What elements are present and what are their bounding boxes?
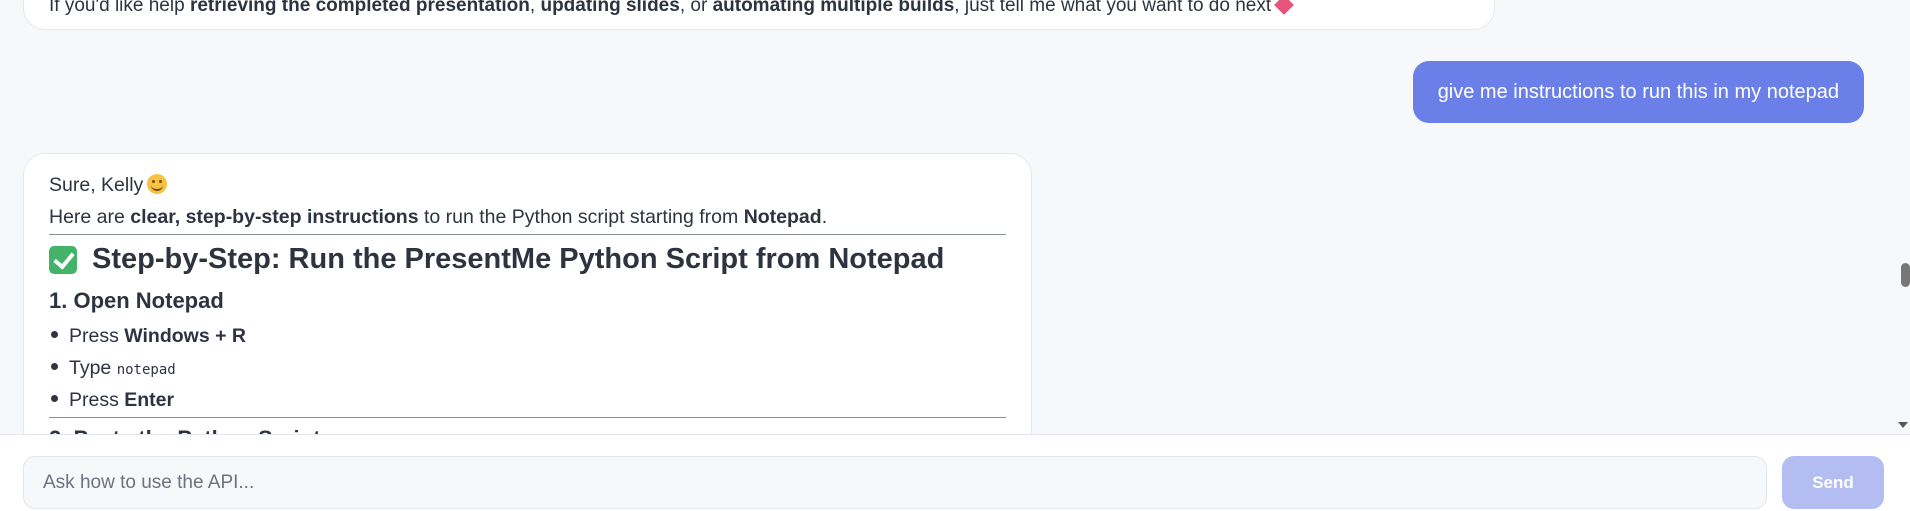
user-message-text: give me instructions to run this in my n…	[1437, 80, 1839, 103]
list-item: Type notepad	[51, 357, 176, 380]
check-icon	[49, 245, 77, 274]
list-item: Press Windows + R	[51, 325, 246, 348]
send-button[interactable]: Send	[1782, 456, 1884, 509]
assistant-message: Sure, Kelly Here are clear, step-by-step…	[23, 153, 1032, 434]
scroll-down-arrow-icon[interactable]	[1898, 422, 1908, 428]
step-heading-2: 2. Paste the Python Script	[49, 426, 320, 434]
user-message: give me instructions to run this in my n…	[1412, 61, 1864, 123]
divider	[49, 234, 1006, 235]
list-item: Press Enter	[51, 389, 174, 412]
intro-text: Here are clear, step-by-step instruction…	[49, 206, 828, 228]
message-input[interactable]	[23, 456, 1767, 509]
message-text: If you'd like help retrieving the comple…	[49, 0, 1295, 17]
section-heading: Step-by-Step: Run the PresentMe Python S…	[49, 243, 944, 276]
greeting: Sure, Kelly	[49, 174, 168, 197]
message-composer: Send	[0, 434, 1910, 511]
assistant-message-previous: If you'd like help retrieving the comple…	[23, 0, 1495, 30]
scrollbar-thumb[interactable]	[1901, 263, 1910, 287]
step-heading-1: 1. Open Notepad	[49, 288, 224, 313]
sparkle-icon	[1274, 0, 1295, 15]
divider	[49, 417, 1006, 418]
smile-icon	[147, 174, 168, 194]
chat-messages: If you'd like help retrieving the comple…	[0, 0, 1910, 434]
